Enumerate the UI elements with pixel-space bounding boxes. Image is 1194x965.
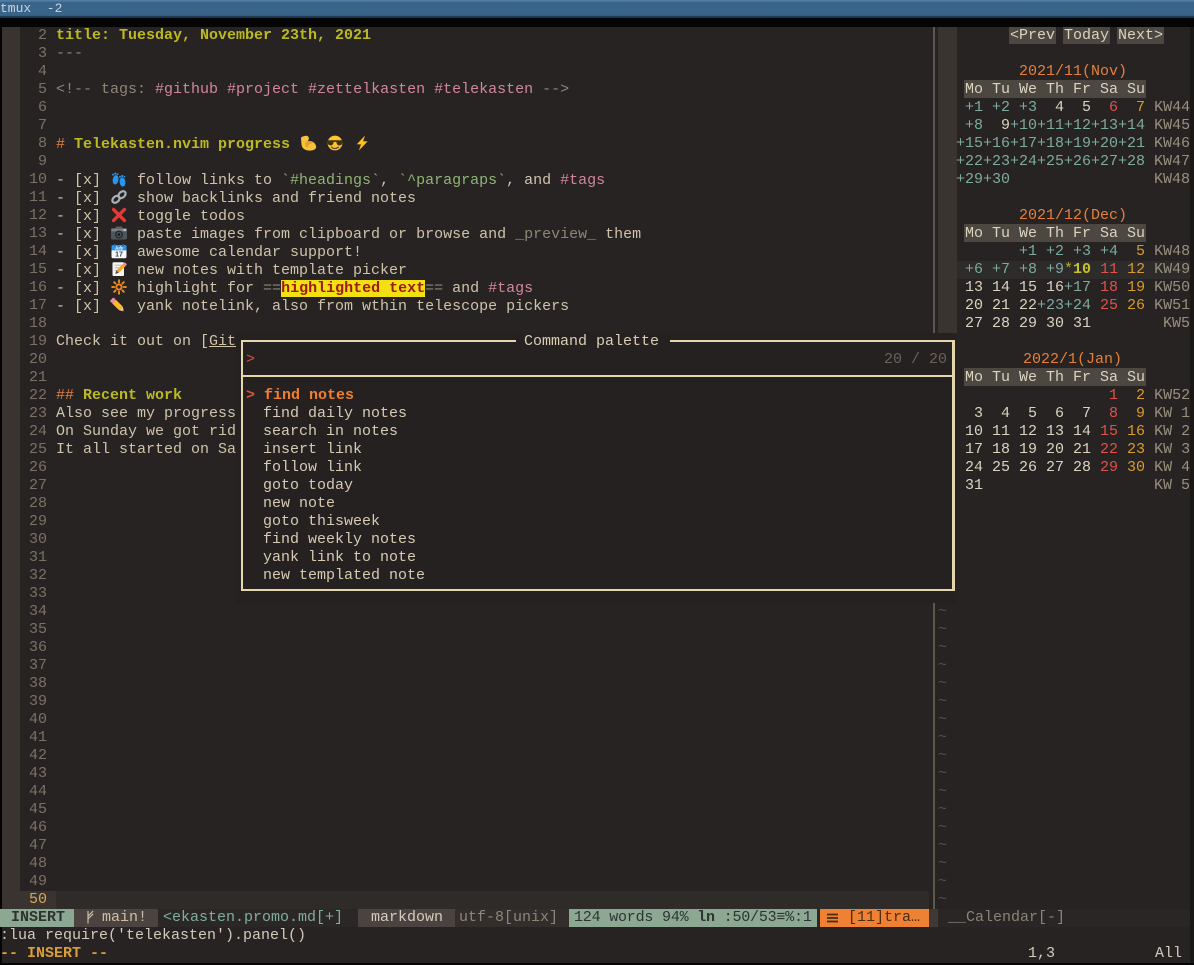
- svg-text:July: July: [115, 245, 124, 250]
- svg-text:17: 17: [115, 252, 123, 259]
